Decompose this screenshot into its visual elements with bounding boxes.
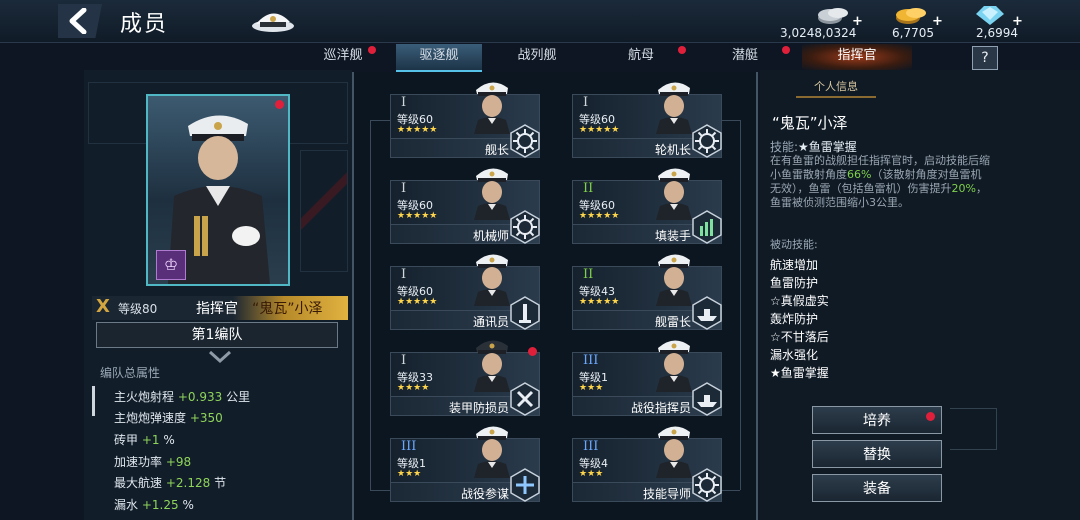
skill-description: 在有鱼雷的战舰担任指挥官时，启动技能后缩小鱼雷散射角度66%（该散射角度对鱼雷机… (770, 154, 990, 210)
connector-line (722, 490, 740, 491)
passive-skill: ★鱼雷掌握 (770, 366, 829, 380)
crew-portrait (474, 426, 510, 478)
crew-portrait (474, 254, 510, 306)
crew-stars: ★★★★★ (579, 211, 620, 221)
crew-portrait (474, 168, 510, 220)
connector-line (370, 120, 390, 121)
crew-rank: II (583, 267, 594, 282)
crew-portrait (474, 82, 510, 134)
crew-role: 通讯员 (472, 315, 509, 329)
desc-value: 20% (951, 182, 976, 195)
crew-rank: I (583, 95, 589, 110)
crew-role: 轮机长 (654, 143, 691, 157)
crew-rank: III (583, 353, 599, 368)
passive-skill: 鱼雷防护 (770, 276, 819, 290)
crew-stars: ★★★ (579, 383, 604, 393)
crew-role: 技能导师 (642, 487, 691, 501)
crew-portrait (656, 426, 692, 478)
helm-emblem-icon (510, 124, 540, 158)
passive-skill: 航速增加 (770, 258, 819, 272)
info-commander-name: “鬼瓦”小泽 (772, 114, 848, 132)
crew-rank: III (583, 439, 599, 454)
ship-emblem-icon (692, 382, 722, 416)
ship-emblem-icon (692, 296, 722, 330)
crew-rank: I (401, 267, 407, 282)
crew-stars: ★★★★★ (397, 297, 438, 307)
skill-name: ★鱼雷掌握 (798, 140, 857, 154)
crew-stars: ★★★ (397, 469, 422, 479)
equip-button[interactable]: 装备 (812, 474, 942, 502)
cross-emblem-icon (510, 468, 540, 502)
crew-role: 装甲防损员 (448, 401, 509, 415)
crew-role: 战役指挥员 (630, 401, 691, 415)
crew-portrait (656, 168, 692, 220)
crew-stars: ★★★★ (397, 383, 430, 393)
crew-role: 舰雷长 (654, 315, 691, 329)
train-button[interactable]: 培养 (812, 406, 942, 434)
replace-button[interactable]: 替换 (812, 440, 942, 468)
panel-decoration (950, 408, 997, 450)
crew-portrait (656, 254, 692, 306)
crew-role: 机械师 (472, 229, 509, 243)
tower-emblem-icon (510, 296, 540, 330)
passive-skill: 漏水强化 (770, 348, 819, 362)
train-label: 培养 (863, 413, 891, 429)
passive-skills-title: 被动技能: (770, 238, 818, 251)
tab-personal-info[interactable]: 个人信息 (796, 78, 876, 98)
crew-rank: II (583, 181, 594, 196)
passive-skill: 轰炸防护 (770, 312, 819, 326)
helm-emblem-icon (510, 210, 540, 244)
alert-dot (528, 347, 537, 356)
connector-line (740, 120, 741, 490)
crew-stars: ★★★★★ (397, 125, 438, 135)
gear-emblem-icon (692, 124, 722, 158)
crew-portrait (656, 340, 692, 392)
crew-stars: ★★★ (579, 469, 604, 479)
crew-stars: ★★★★★ (579, 125, 620, 135)
passive-skill: ☆真假虚实 (770, 294, 829, 308)
crew-rank: I (401, 95, 407, 110)
connector-line (370, 120, 371, 490)
crew-role: 战役参谋 (460, 487, 509, 501)
connector-line (722, 120, 740, 121)
tools-emblem-icon (510, 382, 540, 416)
desc-value: 66% (847, 168, 872, 181)
alert-dot (926, 412, 935, 421)
crew-stars: ★★★★★ (579, 297, 620, 307)
crew-rank: III (401, 439, 417, 454)
crew-portrait (656, 82, 692, 134)
skill-line: 技能:★鱼雷掌握 (770, 138, 857, 155)
skill-label: 技能: (770, 140, 799, 154)
bars-emblem-icon (692, 210, 722, 244)
crew-rank: I (401, 181, 407, 196)
passive-skill: ☆不甘落后 (770, 330, 829, 344)
crew-role: 填装手 (654, 229, 691, 243)
crew-portrait (474, 340, 510, 392)
connector-line (370, 490, 390, 491)
crew-role: 舰长 (484, 143, 509, 157)
crew-stars: ★★★★★ (397, 211, 438, 221)
crew-rank: I (401, 353, 407, 368)
gear-emblem-icon (692, 468, 722, 502)
